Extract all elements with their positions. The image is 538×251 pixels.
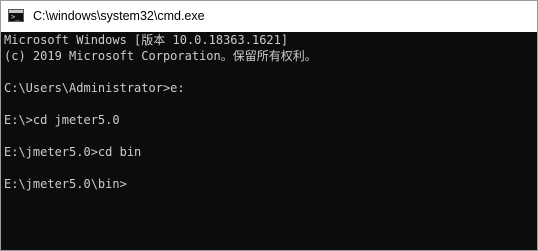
- console-line-cd-bin: E:\jmeter5.0>cd bin: [4, 145, 142, 159]
- console-line-version: Microsoft Windows [版本 10.0.18363.1621]: [4, 33, 289, 47]
- window-title: C:\windows\system32\cmd.exe: [33, 9, 205, 23]
- console-output-area[interactable]: Microsoft Windows [版本 10.0.18363.1621] (…: [1, 32, 537, 250]
- title-bar[interactable]: >_ C:\windows\system32\cmd.exe: [1, 1, 537, 32]
- console-current-prompt[interactable]: E:\jmeter5.0\bin>: [4, 176, 127, 192]
- icon-prompt-glyph: >_: [11, 13, 20, 21]
- console-line-copyright: (c) 2019 Microsoft Corporation。保留所有权利。: [4, 49, 317, 63]
- cmd-window: >_ C:\windows\system32\cmd.exe Microsoft…: [0, 0, 538, 251]
- console-line-change-drive: C:\Users\Administrator>e:: [4, 81, 185, 95]
- console-line-cd-jmeter: E:\>cd jmeter5.0: [4, 113, 120, 127]
- cmd-console-icon[interactable]: >_: [8, 9, 24, 22]
